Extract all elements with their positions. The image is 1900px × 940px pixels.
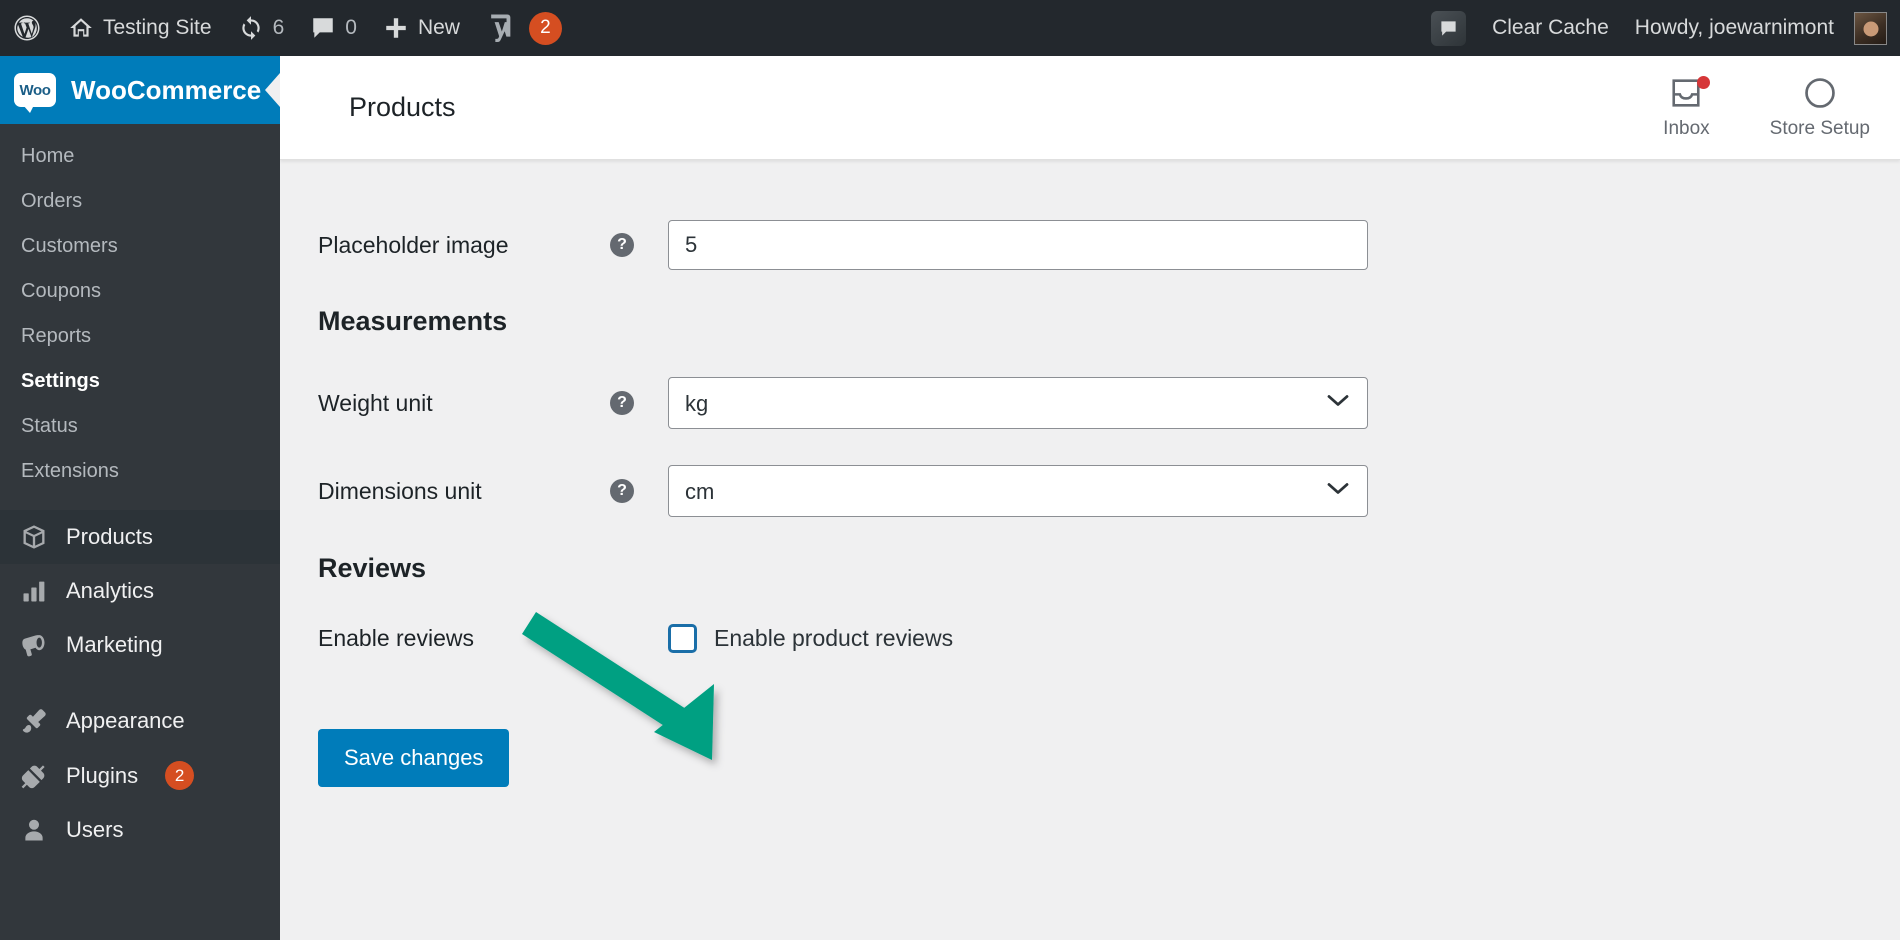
store-setup-label: Store Setup <box>1769 118 1870 139</box>
megaphone-icon <box>19 631 49 659</box>
plus-icon <box>383 15 409 41</box>
avatar <box>1854 11 1887 45</box>
updates-count: 6 <box>272 16 285 39</box>
measurements-section-title: Measurements <box>318 306 508 336</box>
my-account-menu[interactable]: Howdy, joewarnimont <box>1622 0 1900 56</box>
wordpress-logo-menu[interactable] <box>0 0 55 56</box>
sidebar-item-woocommerce[interactable]: Woo WooCommerce <box>0 56 280 124</box>
cache-chat-icon <box>1431 10 1467 46</box>
yoast-seo-menu[interactable]: 2 <box>473 0 575 56</box>
bar-chart-icon <box>19 577 49 605</box>
new-label: New <box>417 16 460 39</box>
dimensions-unit-select[interactable]: cm <box>668 465 1368 517</box>
box-icon <box>19 523 49 551</box>
weight-unit-control: kg <box>668 377 1368 429</box>
plugins-update-badge: 2 <box>165 761 195 790</box>
help-icon[interactable]: ? <box>610 233 634 257</box>
sidebar-divider <box>0 672 280 694</box>
sidebar-item-appearance-label: Appearance <box>66 708 185 733</box>
inbox-button[interactable]: Inbox <box>1633 75 1739 140</box>
page-title: Products <box>349 92 456 122</box>
new-content-menu[interactable]: New <box>370 0 473 56</box>
main-content: Products Inbox Store Setup Placeholder i… <box>280 56 1900 940</box>
store-setup-button[interactable]: Store Setup <box>1740 75 1900 140</box>
weight-unit-row: Weight unit ? kg <box>280 377 1900 429</box>
sidebar-item-customers[interactable]: Customers <box>0 224 280 269</box>
home-icon <box>68 15 94 41</box>
paintbrush-icon <box>19 707 49 735</box>
sidebar-item-analytics-label: Analytics <box>66 578 155 603</box>
dimensions-unit-row: Dimensions unit ? cm <box>280 465 1900 517</box>
clear-cache-menu[interactable] <box>1418 0 1479 56</box>
comment-bubble-icon <box>310 15 336 41</box>
enable-reviews-row: Enable reviews Enable product reviews <box>280 624 1900 653</box>
enable-product-reviews-checkbox-label[interactable]: Enable product reviews <box>714 625 953 652</box>
save-changes-button[interactable]: Save changes <box>318 729 510 787</box>
clear-cache-button[interactable]: Clear Cache <box>1479 0 1622 56</box>
reviews-section-title: Reviews <box>318 553 427 583</box>
site-name-label: Testing Site <box>103 16 212 39</box>
sidebar-item-products-label: Products <box>66 524 153 549</box>
sidebar-item-users-label: Users <box>66 817 124 842</box>
plug-icon <box>19 762 49 790</box>
comments-menu[interactable]: 0 <box>297 0 370 56</box>
woocommerce-submenu: Home Orders Customers Coupons Reports Se… <box>0 124 280 510</box>
inbox-label: Inbox <box>1663 118 1710 139</box>
help-icon[interactable]: ? <box>610 391 634 415</box>
sidebar-item-appearance[interactable]: Appearance <box>0 694 280 748</box>
howdy-label: Howdy, joewarnimont <box>1634 16 1834 39</box>
update-refresh-icon <box>238 15 264 41</box>
store-setup-progress-icon <box>1803 75 1837 111</box>
placeholder-image-row: Placeholder image ? <box>280 220 1900 270</box>
weight-unit-select[interactable]: kg <box>668 377 1368 429</box>
sidebar-item-settings[interactable]: Settings <box>0 359 280 404</box>
admin-sidebar: Woo WooCommerce Home Orders Customers Co… <box>0 56 280 940</box>
yoast-logo-icon <box>486 12 516 44</box>
dimensions-unit-label: Dimensions unit <box>318 477 482 504</box>
sidebar-item-status[interactable]: Status <box>0 404 280 449</box>
user-icon <box>19 816 49 844</box>
weight-unit-label: Weight unit <box>318 389 433 416</box>
sidebar-item-coupons[interactable]: Coupons <box>0 269 280 314</box>
enable-reviews-label: Enable reviews <box>318 625 474 651</box>
woocommerce-logo-icon: Woo <box>14 73 56 113</box>
dimensions-unit-control: cm <box>668 465 1368 517</box>
sidebar-item-plugins[interactable]: Plugins 2 <box>0 748 280 803</box>
site-name-menu[interactable]: Testing Site <box>55 0 225 56</box>
updates-menu[interactable]: 6 <box>225 0 298 56</box>
help-icon[interactable]: ? <box>610 479 634 503</box>
settings-form: Placeholder image ? Measurements Weight … <box>280 160 1900 787</box>
clear-cache-label: Clear Cache <box>1492 16 1609 39</box>
enable-reviews-control: Enable product reviews <box>668 624 953 653</box>
wordpress-logo-icon <box>12 13 42 43</box>
sidebar-item-products[interactable]: Products <box>0 510 280 564</box>
sidebar-item-orders[interactable]: Orders <box>0 179 280 224</box>
placeholder-image-label: Placeholder image <box>318 231 509 258</box>
active-menu-arrow-icon <box>265 73 280 107</box>
placeholder-image-input[interactable] <box>668 220 1368 270</box>
sidebar-item-analytics[interactable]: Analytics <box>0 564 280 618</box>
sidebar-item-plugins-label: Plugins <box>66 762 139 788</box>
enable-product-reviews-checkbox[interactable] <box>668 624 697 653</box>
inbox-notification-dot <box>1697 76 1711 89</box>
sidebar-item-marketing[interactable]: Marketing <box>0 618 280 672</box>
sidebar-item-marketing-label: Marketing <box>66 632 163 657</box>
admin-bar: Testing Site 6 0 New 2 Clear Cache Howdy… <box>0 0 1900 56</box>
inbox-icon <box>1669 75 1711 111</box>
sidebar-item-reports[interactable]: Reports <box>0 314 280 359</box>
woocommerce-label: WooCommerce <box>71 74 262 105</box>
page-header: Products Inbox Store Setup <box>280 56 1900 160</box>
placeholder-image-control <box>668 220 1368 270</box>
yoast-badge: 2 <box>528 11 562 45</box>
sidebar-item-users[interactable]: Users <box>0 803 280 857</box>
comments-count: 0 <box>345 16 357 39</box>
sidebar-item-home[interactable]: Home <box>0 134 280 179</box>
sidebar-item-extensions[interactable]: Extensions <box>0 449 280 494</box>
